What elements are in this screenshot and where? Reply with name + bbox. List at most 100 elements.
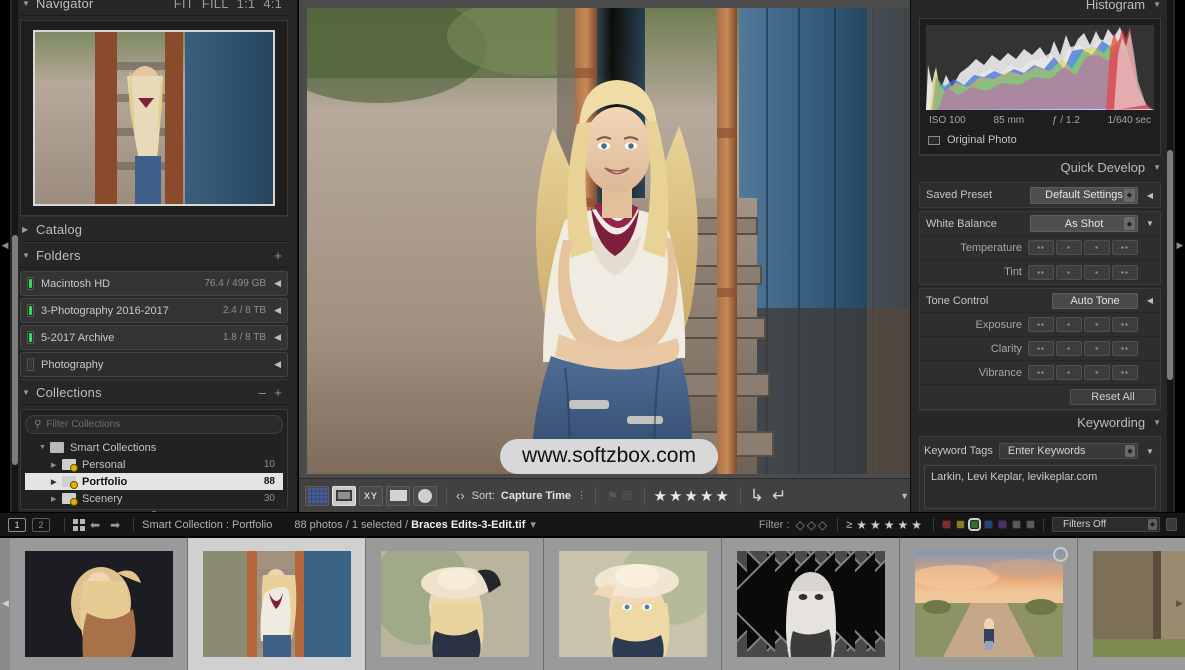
keywords-textarea[interactable]: Larkin, Levi Keplar, levikeplar.com bbox=[924, 465, 1156, 509]
filter-lock-icon[interactable] bbox=[1166, 518, 1177, 531]
loupe-view-button[interactable] bbox=[332, 485, 356, 506]
left-panel-scrollbar[interactable] bbox=[12, 235, 18, 465]
keyword-tags-dropdown[interactable]: Enter Keywords ◆ bbox=[998, 443, 1138, 459]
flag-pick-icon[interactable]: ⚑ bbox=[607, 489, 618, 503]
color-swatch-gray-1[interactable] bbox=[1012, 520, 1021, 529]
folder-row[interactable]: Photography ◀ bbox=[20, 352, 288, 377]
source-label[interactable]: Smart Collection : Portfolio bbox=[142, 519, 272, 531]
tint-increase-large[interactable]: ▪▪ bbox=[1112, 264, 1138, 280]
histogram-plot[interactable] bbox=[926, 25, 1154, 110]
zoom-1to1-label[interactable]: 1:1 bbox=[233, 0, 260, 11]
stepper-icon[interactable]: ◆ bbox=[1148, 519, 1157, 530]
compare-view-button[interactable]: XY bbox=[359, 485, 383, 506]
keywording-header[interactable]: Keywording ▼ bbox=[919, 410, 1161, 434]
thumbnail-cell[interactable] bbox=[544, 538, 722, 670]
triangle-down-icon[interactable]: ▼ bbox=[1153, 0, 1161, 9]
quick-develop-header[interactable]: Quick Develop ▼ bbox=[919, 155, 1161, 179]
color-swatch-gray-2[interactable] bbox=[1026, 520, 1035, 529]
vibrance-decrease-large[interactable]: ▪▪ bbox=[1028, 365, 1054, 380]
remove-collection-icon[interactable]: – bbox=[255, 385, 270, 400]
navigator-header[interactable]: ▼ Navigator FIT FILL 1:1 4:1 bbox=[20, 0, 288, 16]
vibrance-decrease-small[interactable]: ▪ bbox=[1056, 365, 1082, 380]
flag-reject-icon[interactable]: ☒ bbox=[622, 489, 633, 503]
filter-collections-input[interactable]: ⚲ Filter Collections bbox=[25, 415, 283, 434]
photo-badge-icon[interactable] bbox=[1053, 547, 1068, 562]
display-2-button[interactable]: 2 bbox=[32, 517, 50, 532]
sort-direction-icon[interactable]: ‹› bbox=[456, 488, 465, 503]
back-arrow-icon[interactable]: ⬅ bbox=[85, 518, 105, 532]
exposure-increase-large[interactable]: ▪▪ bbox=[1112, 317, 1138, 332]
triangle-down-icon[interactable]: ▼ bbox=[1153, 418, 1161, 427]
left-panel-collapse-arrow[interactable]: ◀ bbox=[0, 240, 10, 251]
add-folder-icon[interactable]: + bbox=[270, 248, 286, 263]
triangle-down-icon[interactable]: ▼ bbox=[1153, 163, 1161, 172]
triangle-left-icon[interactable]: ◀ bbox=[274, 278, 281, 289]
forward-arrow-icon[interactable]: ➡ bbox=[105, 518, 125, 532]
folder-row[interactable]: 5-2017 Archive 1.8 / 8 TB ◀ bbox=[20, 325, 288, 350]
survey-view-button[interactable] bbox=[386, 485, 410, 506]
triangle-right-icon[interactable]: ▶ bbox=[51, 461, 62, 469]
color-swatch-green[interactable] bbox=[968, 518, 981, 531]
clarity-increase-large[interactable]: ▪▪ bbox=[1112, 341, 1138, 356]
filmstrip-scroll-right-arrow[interactable]: ▶ bbox=[1176, 598, 1183, 609]
triangle-left-icon[interactable]: ◀ bbox=[1144, 191, 1156, 200]
triangle-down-icon[interactable]: ▼ bbox=[1144, 447, 1156, 456]
reset-all-button[interactable]: Reset All bbox=[1070, 389, 1156, 405]
collection-item-scenery[interactable]: ▶ Scenery 30 bbox=[25, 490, 283, 507]
catalog-header[interactable]: ▶ Catalog bbox=[20, 216, 288, 242]
triangle-right-icon[interactable]: ▶ bbox=[51, 478, 62, 486]
exposure-increase-small[interactable]: ▪ bbox=[1084, 317, 1110, 332]
sort-stepper-icon[interactable]: ⋮ bbox=[577, 490, 586, 501]
thumbnail-cell[interactable] bbox=[900, 538, 1078, 670]
saved-preset-dropdown[interactable]: Default Settings ◆ bbox=[1030, 186, 1138, 204]
zoom-4to1-label[interactable]: 4:1 bbox=[259, 0, 286, 11]
loupe-view-image[interactable]: www.softzbox.com bbox=[307, 8, 911, 474]
white-balance-dropdown[interactable]: As Shot ◆ bbox=[1030, 215, 1138, 232]
tint-decrease-large[interactable]: ▪▪ bbox=[1028, 264, 1054, 280]
temperature-decrease-small[interactable]: ▪ bbox=[1056, 240, 1082, 255]
rating-filter-stars[interactable]: ★★★★★ bbox=[856, 518, 925, 532]
folders-header[interactable]: ▼ Folders + bbox=[20, 242, 288, 268]
stepper-icon[interactable]: ◆ bbox=[1125, 445, 1135, 457]
filmstrip-scroll-left-arrow[interactable]: ◀ bbox=[2, 598, 9, 609]
triangle-down-icon[interactable]: ▼ bbox=[1144, 219, 1156, 228]
display-1-button[interactable]: 1 bbox=[8, 517, 26, 532]
navigator-preview[interactable] bbox=[20, 20, 288, 216]
folder-row[interactable]: Macintosh HD 76.4 / 499 GB ◀ bbox=[20, 271, 288, 296]
tint-increase-small[interactable]: ▪ bbox=[1084, 264, 1110, 280]
rating-stars[interactable]: ★★★★★ bbox=[654, 487, 731, 505]
thumbnail-cell[interactable] bbox=[10, 538, 188, 670]
collection-item-personal[interactable]: ▶ Personal 10 bbox=[25, 456, 283, 473]
color-swatch-red[interactable] bbox=[942, 520, 951, 529]
rating-comparison-icon[interactable]: ≥ bbox=[846, 519, 852, 531]
rotate-left-icon[interactable]: ↵ bbox=[772, 486, 786, 506]
temperature-increase-small[interactable]: ▪ bbox=[1084, 240, 1110, 255]
thumbnail-cell[interactable] bbox=[366, 538, 544, 670]
zoom-fit-label[interactable]: FIT bbox=[170, 0, 198, 11]
collection-item-portfolio[interactable]: ▶ Portfolio 88 bbox=[25, 473, 283, 490]
triangle-left-icon[interactable]: ◀ bbox=[1144, 296, 1156, 305]
temperature-decrease-large[interactable]: ▪▪ bbox=[1028, 240, 1054, 255]
stepper-icon[interactable]: ◆ bbox=[1124, 188, 1135, 202]
color-swatch-blue[interactable] bbox=[984, 520, 993, 529]
current-filename[interactable]: Braces Edits-3-Edit.tif bbox=[411, 519, 525, 531]
thumbnail-cell[interactable] bbox=[1078, 538, 1185, 670]
add-collection-icon[interactable]: + bbox=[270, 385, 286, 400]
temperature-increase-large[interactable]: ▪▪ bbox=[1112, 240, 1138, 255]
clarity-decrease-small[interactable]: ▪ bbox=[1056, 341, 1082, 356]
filename-dropdown-icon[interactable]: ▾ bbox=[530, 518, 536, 531]
vibrance-increase-large[interactable]: ▪▪ bbox=[1112, 365, 1138, 380]
exposure-decrease-large[interactable]: ▪▪ bbox=[1028, 317, 1054, 332]
smart-collections-group[interactable]: ▼ Smart Collections bbox=[25, 439, 283, 456]
rotate-right-icon[interactable]: ↳ bbox=[750, 486, 764, 506]
right-panel-scrollbar[interactable] bbox=[1167, 150, 1173, 380]
triangle-right-icon[interactable]: ▶ bbox=[51, 495, 62, 503]
triangle-left-icon[interactable]: ◀ bbox=[274, 332, 281, 343]
folder-row[interactable]: 3-Photography 2016-2017 2.4 / 8 TB ◀ bbox=[20, 298, 288, 323]
clarity-increase-small[interactable]: ▪ bbox=[1084, 341, 1110, 356]
flag-filter-icons[interactable]: ◇◇◇ bbox=[795, 518, 829, 532]
collections-header[interactable]: ▼ Collections – + bbox=[20, 379, 288, 405]
thumbnail-cell[interactable] bbox=[722, 538, 900, 670]
histogram-header[interactable]: Histogram ▼ bbox=[919, 0, 1161, 16]
checkbox-icon[interactable] bbox=[928, 135, 940, 145]
